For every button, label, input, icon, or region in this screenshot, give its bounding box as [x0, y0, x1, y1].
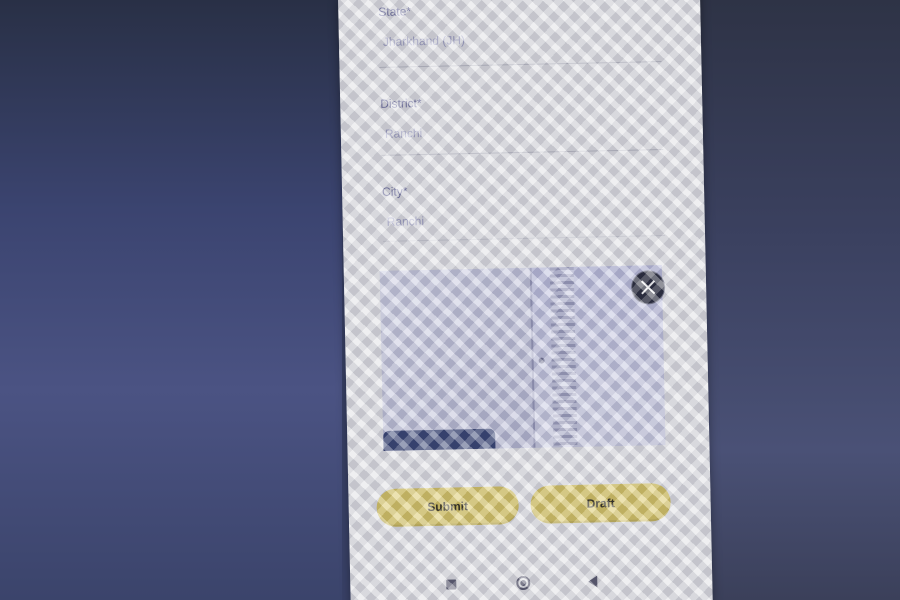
- photo-bin: [383, 428, 496, 451]
- city-value[interactable]: Ranchi: [383, 209, 665, 229]
- photo-of-monitor: State* Jharkhand (JH) District* Ranchi C…: [0, 0, 900, 600]
- state-label: State*: [378, 4, 412, 19]
- triangle-back-icon[interactable]: [588, 575, 598, 588]
- district-field[interactable]: District* Ranchi: [380, 91, 664, 156]
- state-value[interactable]: Jharkhand (JH): [379, 29, 661, 49]
- backdrop-right: [686, 0, 900, 600]
- phone-screen: State* Jharkhand (JH) District* Ranchi C…: [338, 0, 713, 600]
- backdrop-left: [0, 0, 342, 600]
- attached-photo: [379, 265, 666, 451]
- submit-button[interactable]: Submit: [376, 486, 520, 528]
- photo-door-frame: [549, 266, 578, 448]
- district-value[interactable]: Ranchi: [381, 121, 663, 141]
- city-label: City*: [381, 184, 408, 199]
- city-field[interactable]: City* Ranchi: [381, 179, 666, 242]
- circle-icon[interactable]: [516, 575, 531, 591]
- district-label: District*: [380, 96, 422, 111]
- photo-door-knob: [538, 357, 545, 364]
- square-icon[interactable]: [446, 579, 457, 590]
- draft-button[interactable]: Draft: [530, 482, 672, 524]
- state-field[interactable]: State* Jharkhand (JH): [378, 0, 662, 68]
- photo-wall: [379, 267, 534, 451]
- system-nav-bar: [350, 560, 713, 600]
